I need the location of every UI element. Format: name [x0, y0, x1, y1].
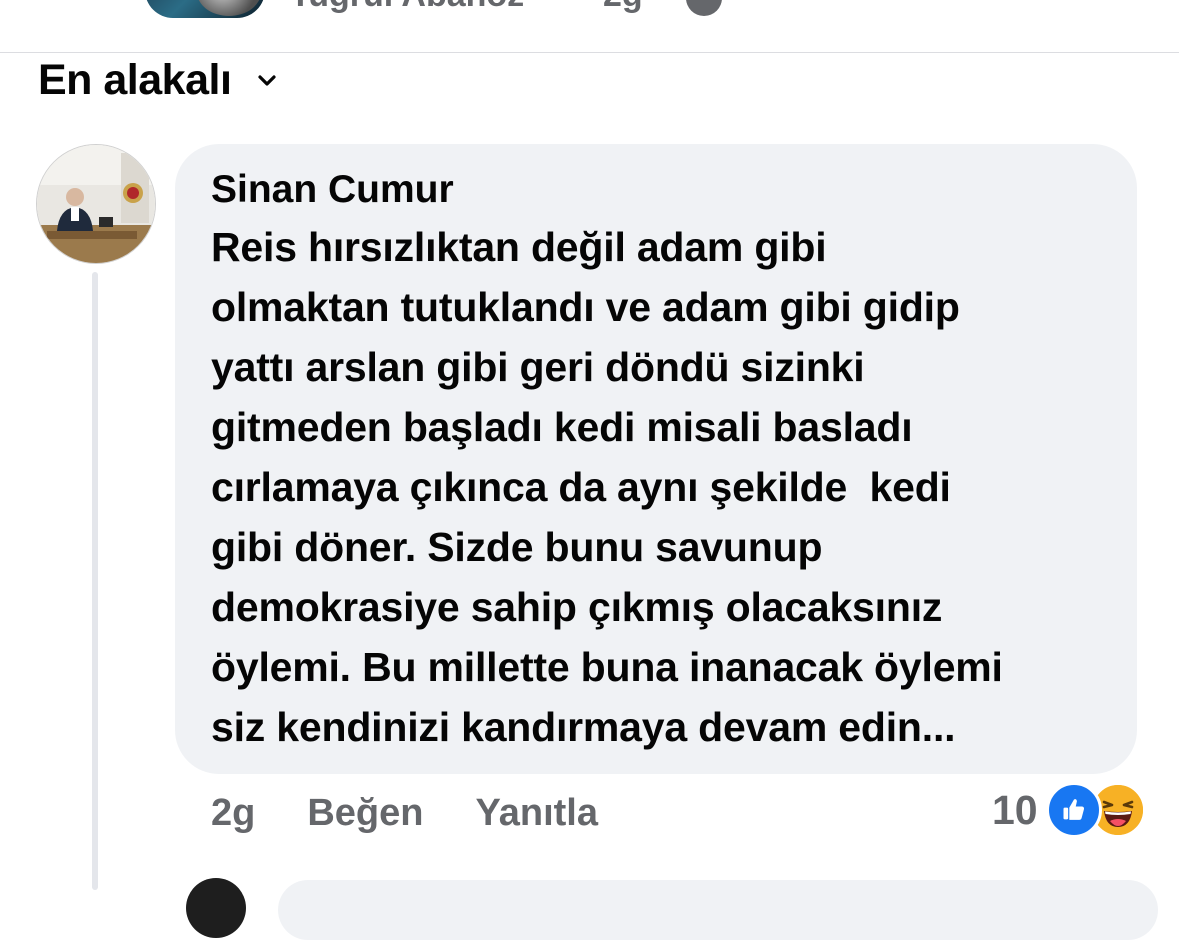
previous-post-header: Tuğrul Abanoz 2g	[0, 0, 1179, 52]
reply-button[interactable]: Yanıtla	[476, 792, 599, 835]
comment-author[interactable]: Sinan Cumur	[211, 168, 454, 212]
comment-actions: 2g Beğen Yanıtla	[211, 788, 598, 838]
globe-icon	[686, 0, 722, 16]
comment-sort-dropdown[interactable]: En alakalı	[38, 56, 279, 105]
divider	[0, 52, 1179, 53]
post-time[interactable]: 2g	[603, 0, 643, 15]
like-button[interactable]: Beğen	[307, 792, 423, 835]
comment-text: Reis hırsızlıktan değil adam gibi olmakt…	[211, 224, 1003, 750]
thread-line	[92, 272, 98, 890]
chevron-down-icon	[255, 69, 279, 93]
sort-label: En alakalı	[38, 56, 232, 104]
next-comment-bubble	[278, 880, 1158, 940]
next-comment-avatar[interactable]	[186, 878, 246, 938]
avatar[interactable]	[36, 144, 156, 264]
post-author-avatar[interactable]	[145, 0, 265, 18]
post-author-name[interactable]: Tuğrul Abanoz	[290, 0, 524, 15]
reaction-count: 10	[992, 786, 1038, 833]
like-icon	[1045, 782, 1102, 838]
reaction-summary[interactable]: 10	[992, 782, 1146, 838]
comment-time[interactable]: 2g	[211, 792, 255, 835]
